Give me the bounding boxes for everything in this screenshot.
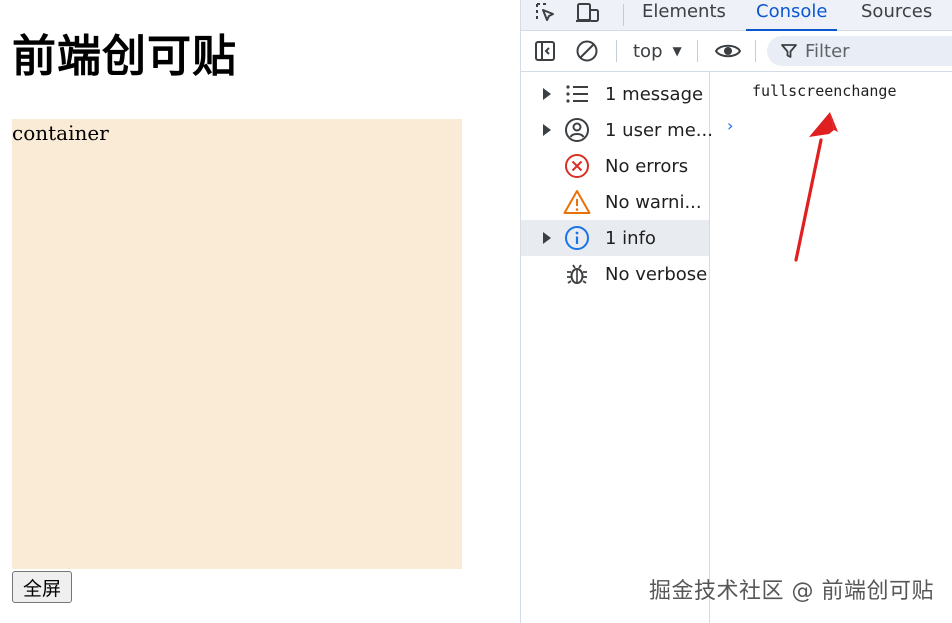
console-output: fullscreenchange › — [711, 72, 952, 623]
red-arrow-annotation — [794, 112, 838, 262]
list-icon — [563, 80, 591, 108]
context-selector[interactable]: top ▼ — [633, 31, 682, 71]
devtools-panel: Elements Console Sources top ▼ Filter 1 … — [520, 0, 952, 623]
filter-input[interactable]: Filter — [767, 36, 952, 66]
tab-console[interactable]: Console — [746, 0, 838, 31]
sidebar-item-info[interactable]: 1 info — [521, 220, 709, 256]
expand-arrow-icon[interactable] — [541, 232, 553, 244]
error-icon — [563, 152, 591, 180]
console-sidebar: 1 message 1 user me... No errors No warn… — [521, 72, 713, 623]
watermark-text: 掘金技术社区 @ 前端创可贴 — [649, 579, 934, 604]
caret-down-icon: ▼ — [672, 44, 682, 58]
bug-icon — [563, 260, 591, 288]
inspect-element-icon[interactable] — [533, 0, 559, 26]
filter-icon — [781, 44, 797, 58]
sidebar-toggle-icon[interactable] — [533, 31, 557, 71]
sidebar-item-warnings[interactable]: No warni... — [521, 184, 709, 220]
clear-console-icon[interactable] — [574, 31, 600, 71]
toolbar-divider — [616, 40, 617, 62]
expand-arrow-icon[interactable] — [541, 88, 553, 100]
page-area: 前端创可贴 container 全屏 — [0, 0, 520, 623]
container-box: container — [12, 119, 462, 569]
sidebar-item-label: 1 user me... — [605, 119, 713, 141]
sidebar-item-label: 1 info — [605, 227, 656, 249]
eye-icon[interactable] — [713, 31, 743, 71]
device-toolbar-icon[interactable] — [574, 0, 602, 26]
toolbar-divider — [755, 40, 756, 62]
sidebar-item-verbose[interactable]: No verbose — [521, 256, 709, 292]
tab-elements[interactable]: Elements — [632, 0, 736, 31]
console-toolbar: top ▼ Filter — [521, 31, 952, 72]
sidebar-item-user-messages[interactable]: 1 user me... — [521, 112, 713, 148]
user-icon — [563, 116, 591, 144]
sidebar-item-label: No errors — [605, 155, 689, 177]
filter-placeholder: Filter — [805, 40, 850, 62]
tabbar-divider — [623, 4, 624, 26]
container-label: container — [12, 121, 109, 145]
warning-icon — [563, 188, 591, 216]
sidebar-item-label: No verbose — [605, 263, 708, 285]
info-icon — [563, 224, 591, 252]
sidebar-item-messages[interactable]: 1 message — [521, 76, 709, 112]
tab-sources[interactable]: Sources — [851, 0, 942, 31]
devtools-tabbar: Elements Console Sources — [521, 0, 952, 31]
sidebar-item-label: 1 message — [605, 83, 704, 105]
toolbar-divider — [697, 40, 698, 62]
fullscreen-button[interactable]: 全屏 — [12, 571, 73, 603]
sidebar-item-errors[interactable]: No errors — [521, 148, 709, 184]
sidebar-item-label: No warni... — [605, 191, 702, 213]
context-label: top — [633, 40, 663, 62]
expand-arrow-icon[interactable] — [541, 124, 553, 136]
page-title: 前端创可贴 — [12, 31, 237, 82]
